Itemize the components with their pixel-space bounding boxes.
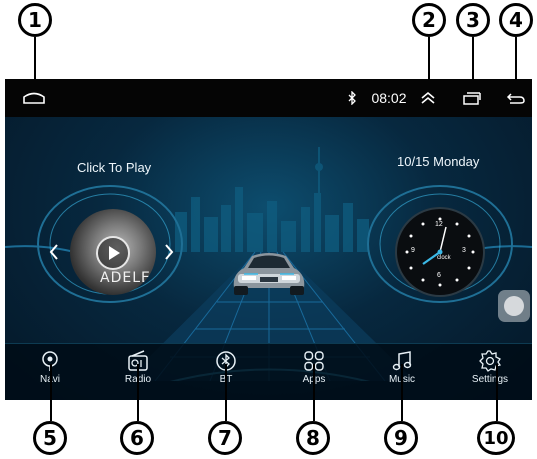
status-bar: 08:02	[5, 79, 532, 117]
previous-track-button[interactable]	[48, 243, 60, 266]
app-dock: Navi Radio BT Apps Music Settings	[5, 343, 532, 400]
callout-7: 7	[208, 421, 242, 455]
dock-item-settings[interactable]: Settings	[445, 344, 532, 400]
back-button[interactable]	[504, 79, 528, 117]
callout-9-leader	[401, 364, 403, 421]
car-image	[233, 253, 305, 295]
home-icon	[23, 92, 45, 104]
clock-time: 08:02	[371, 90, 407, 106]
expand-button[interactable]	[416, 79, 440, 117]
clock-numeral-6: 6	[437, 272, 441, 279]
clock-label: clock	[437, 255, 451, 261]
callout-7-leader	[225, 364, 227, 421]
callout-2: 2	[412, 3, 446, 37]
play-icon	[109, 246, 120, 260]
callout-9: 9	[384, 421, 418, 455]
clock-numeral-3: 3	[462, 247, 466, 254]
callout-10-leader	[496, 364, 498, 421]
callout-4: 4	[499, 3, 533, 37]
dock-label-settings: Settings	[471, 374, 509, 385]
bluetooth-icon	[348, 91, 356, 105]
head-unit-screen: 08:02 Click To Play ADELE 10/15 Monday 1…	[5, 79, 532, 400]
callout-1: 1	[18, 3, 52, 37]
recent-apps-icon	[463, 92, 481, 105]
chevron-up-icon	[421, 91, 435, 104]
chevron-left-icon	[49, 244, 58, 260]
floating-assistive-button[interactable]	[498, 290, 530, 322]
clock-numeral-9: 9	[411, 247, 415, 254]
callout-5: 5	[33, 421, 67, 455]
clock-numeral-12: 12	[435, 221, 443, 228]
play-button[interactable]	[96, 236, 130, 270]
callout-10: 10	[477, 421, 515, 455]
minute-hand	[439, 226, 447, 253]
callout-8: 8	[296, 421, 330, 455]
next-track-button[interactable]	[163, 243, 175, 266]
album-text: ADELE	[100, 270, 151, 286]
callout-6-leader	[137, 364, 139, 421]
click-to-play-label[interactable]: Click To Play	[77, 160, 151, 175]
bluetooth-status	[345, 79, 359, 117]
analog-clock[interactable]: 12 3 6 9 clock	[395, 207, 485, 297]
callout-3: 3	[456, 3, 490, 37]
callout-5-leader	[50, 364, 52, 421]
callout-6: 6	[120, 421, 154, 455]
home-button[interactable]	[19, 79, 49, 117]
chevron-right-icon	[165, 244, 174, 260]
back-arrow-icon	[506, 93, 525, 104]
callout-8-leader	[313, 364, 315, 421]
date-label: 10/15 Monday	[397, 154, 480, 169]
recent-apps-button[interactable]	[460, 79, 484, 117]
